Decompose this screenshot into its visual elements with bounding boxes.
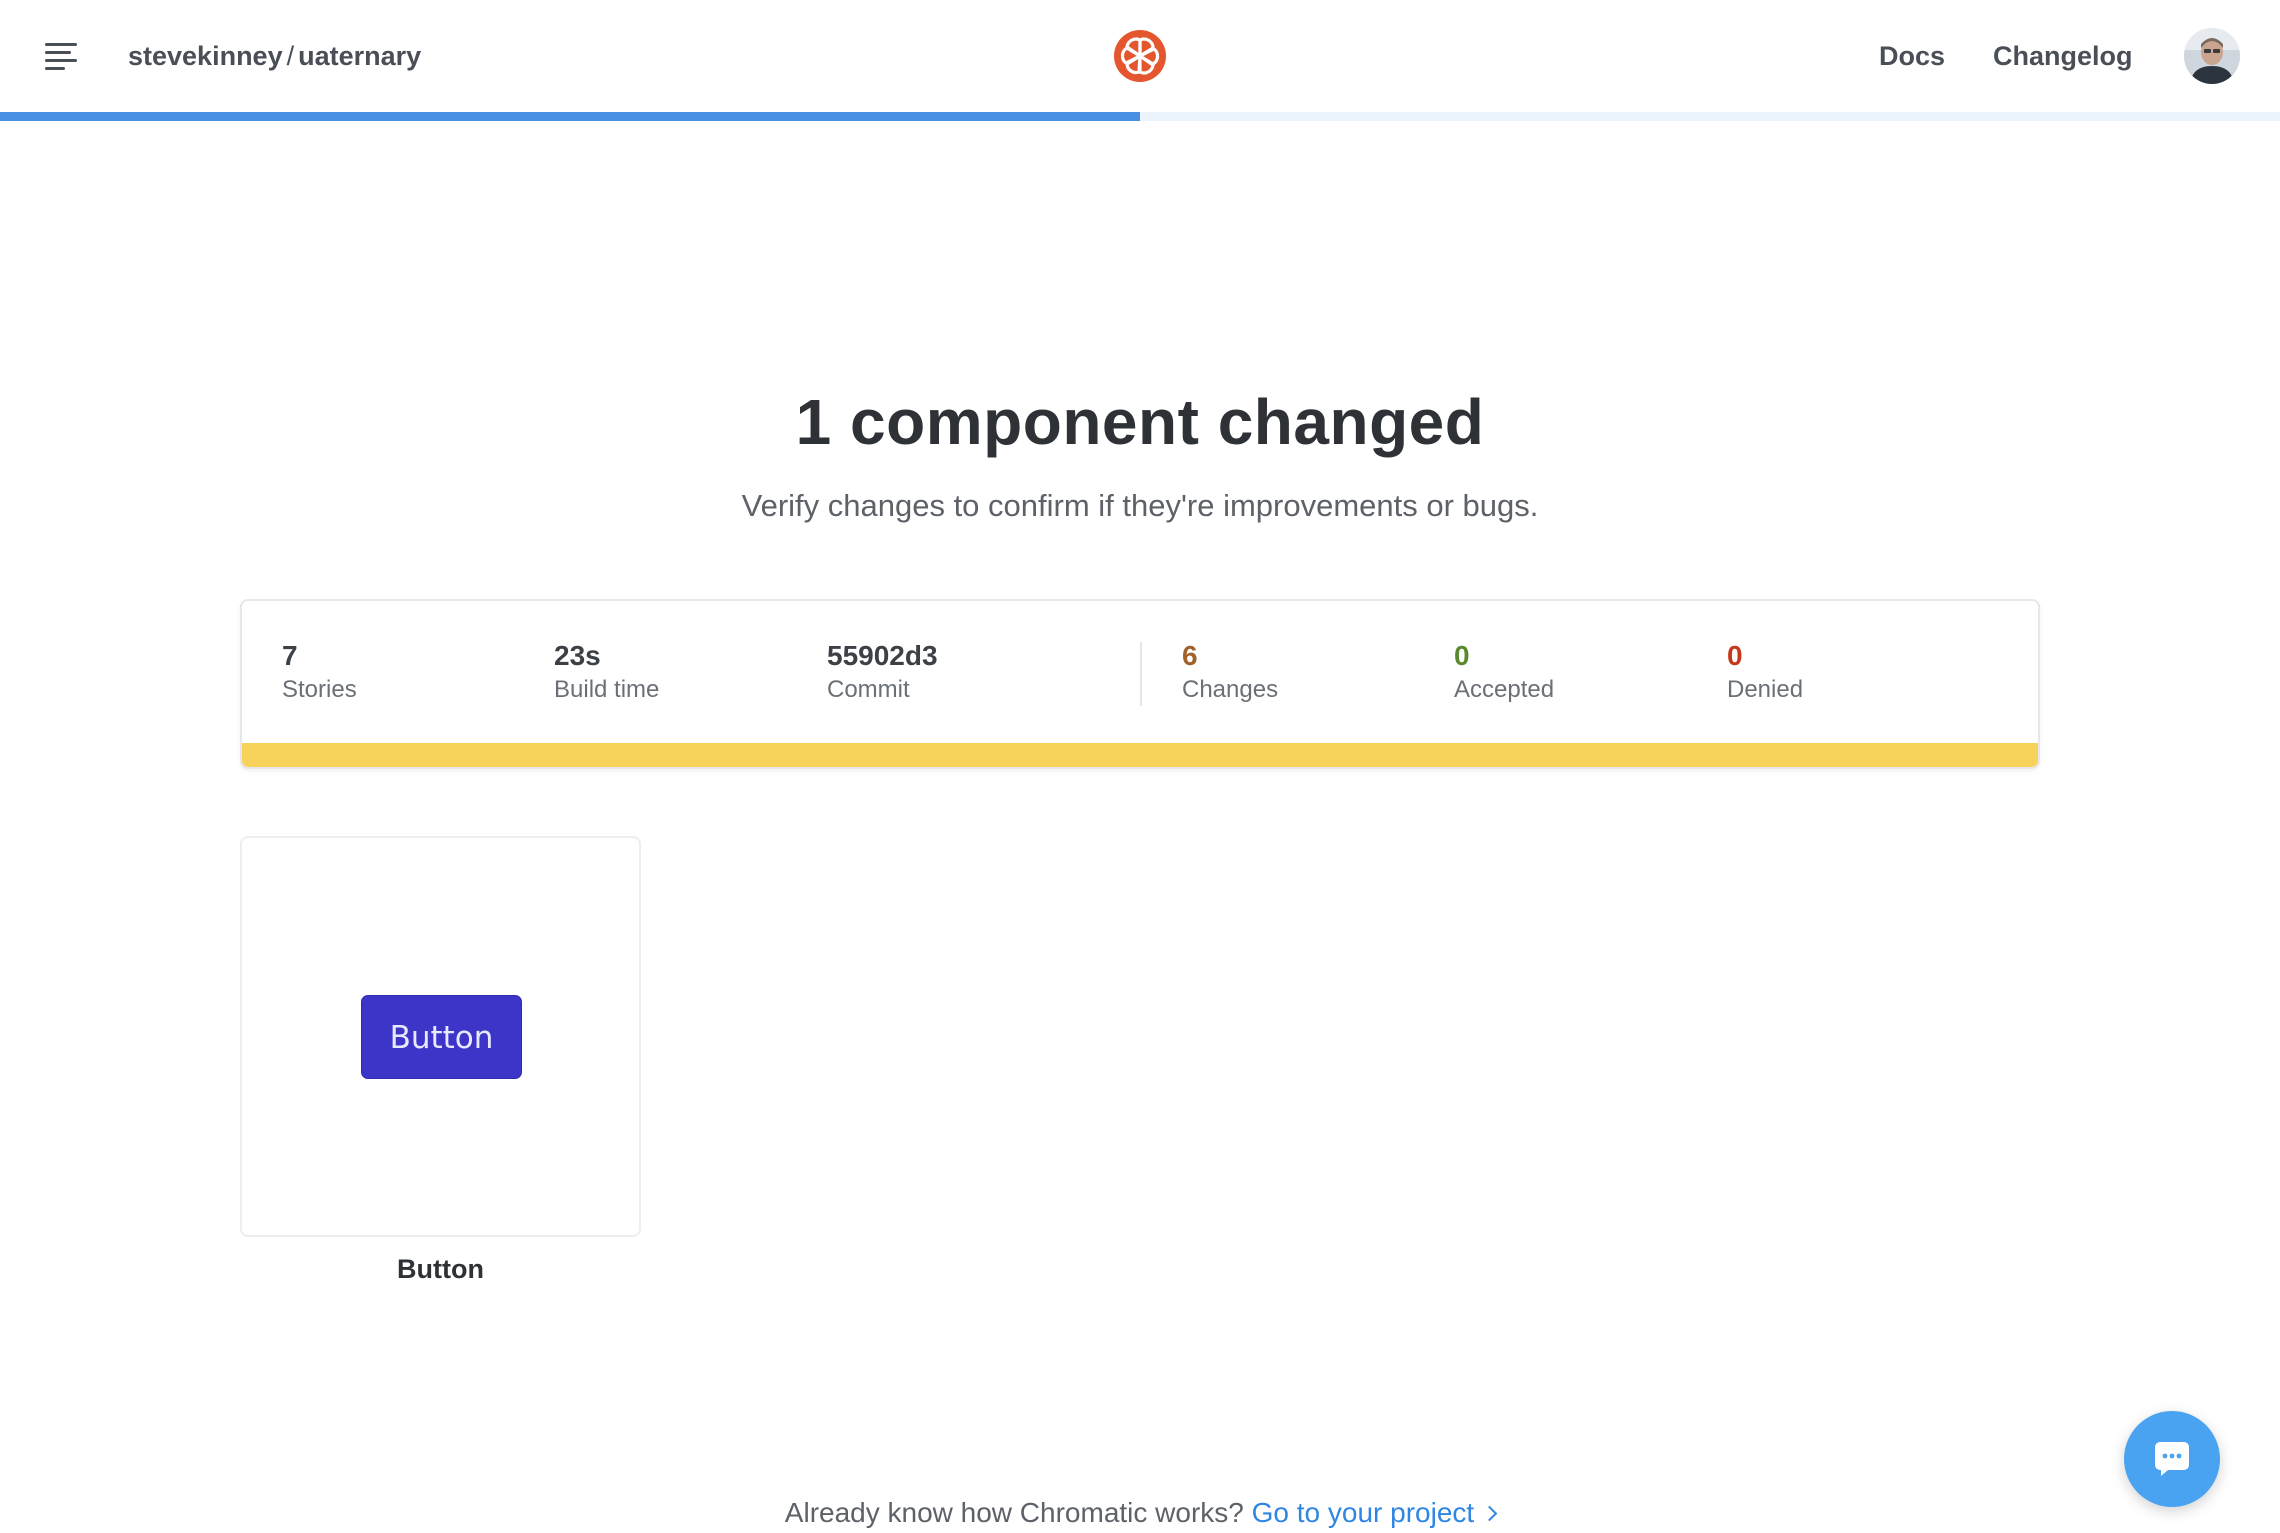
stat-commit-label: Commit (827, 676, 910, 703)
stats-divider (1140, 642, 1142, 706)
stat-commit-value[interactable]: 55902d3 (827, 639, 938, 673)
stat-changes: 6 Changes (1182, 639, 1278, 707)
chat-bubble-icon (2155, 1442, 2189, 1476)
stat-accepted-value: 0 (1454, 640, 1470, 671)
footer-prompt: Already know how Chromatic works? (784, 1497, 1244, 1528)
stat-denied-value: 0 (1727, 640, 1743, 671)
breadcrumb: stevekinney / uaternary (128, 37, 421, 75)
stat-build-time-value: 23s (554, 640, 601, 671)
breadcrumb-owner[interactable]: stevekinney (128, 41, 283, 71)
stat-denied-label: Denied (1727, 676, 1804, 703)
chromatic-logo-icon[interactable] (1113, 29, 1167, 83)
breadcrumb-project[interactable]: uaternary (298, 41, 421, 71)
stat-stories-value: 7 (282, 640, 298, 671)
component-preview-button: Button (361, 995, 522, 1079)
build-progress-fill (0, 112, 1140, 121)
breadcrumb-separator: / (286, 41, 295, 71)
stat-accepted-label: Accepted (1454, 676, 1555, 703)
hamburger-menu-icon[interactable] (40, 36, 84, 76)
page-subtitle: Verify changes to confirm if they're imp… (741, 488, 1539, 523)
user-avatar[interactable] (2184, 28, 2240, 84)
component-card[interactable]: Button (240, 836, 641, 1237)
top-bar: stevekinney / uaternary Docs Changelog (0, 0, 2280, 121)
stat-changes-label: Changes (1182, 676, 1279, 703)
stat-changes-value: 6 (1182, 640, 1198, 671)
chevron-right-icon (1481, 1505, 1498, 1522)
go-to-project-link[interactable]: Go to your project (1252, 1497, 1498, 1528)
build-progress-bar (0, 112, 2280, 121)
build-status-bar (242, 743, 2038, 767)
footer-hint: Already know how Chromatic works? Go to … (0, 1493, 2280, 1533)
component-card-name[interactable]: Button (240, 1250, 641, 1288)
chat-launcher-button[interactable] (2124, 1411, 2220, 1507)
stat-stories-label: Stories (282, 676, 357, 703)
stat-commit[interactable]: 55902d3 Commit (827, 639, 938, 707)
stat-denied: 0 Denied (1727, 639, 1803, 707)
nav-changelog-link[interactable]: Changelog (1993, 37, 2133, 75)
stat-build-time-label: Build time (554, 676, 660, 703)
go-to-project-link-label[interactable]: Go to your project (1252, 1497, 1475, 1528)
stat-build-time: 23s Build time (554, 639, 659, 707)
build-summary-panel: 7 Stories 23s Build time 55902d3 Commit … (240, 599, 2040, 769)
stat-stories: 7 Stories (282, 639, 357, 707)
stat-accepted: 0 Accepted (1454, 639, 1554, 707)
page-title: 1 component changed (795, 386, 1485, 458)
nav-docs-link[interactable]: Docs (1879, 37, 1945, 75)
